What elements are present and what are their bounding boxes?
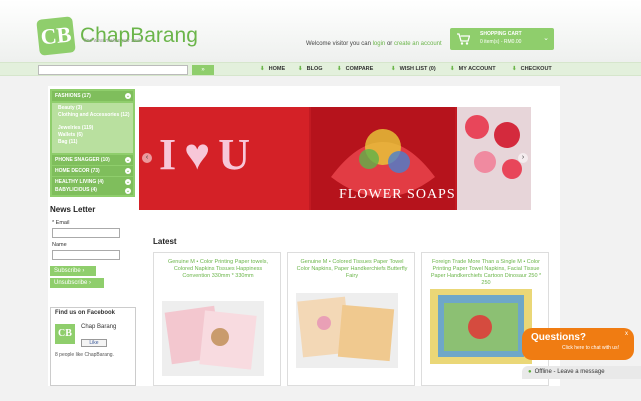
logo-mark: CB — [36, 16, 76, 56]
unsubscribe-button[interactable]: Unsubscribe › — [50, 278, 104, 288]
facebook-widget: Find us on Facebook CB Chap Barang Like … — [50, 307, 136, 386]
close-icon[interactable]: x — [625, 331, 628, 337]
facebook-page-name[interactable]: Chap Barang — [81, 324, 116, 331]
arrow-icon: ⬇ — [450, 66, 455, 72]
product-card[interactable]: Genuine M • Color Printing Paper towels,… — [153, 252, 281, 386]
arrow-icon: ⬇ — [260, 66, 265, 72]
logo-text: ChapBarang — [80, 24, 198, 47]
banner-prev-arrow[interactable]: ‹ — [142, 153, 152, 163]
category-label: HOME DECOR (73) — [55, 168, 100, 174]
nav-wishlist[interactable]: ⬇ WISH LIST (0) — [391, 66, 436, 72]
arrow-icon: ⬇ — [337, 66, 342, 72]
product-card[interactable]: Genuine M • Colored Tissues Paper Towel … — [287, 252, 415, 386]
nav-bar: » ⬇ HOME ⬇ BLOG ⬇ COMPARE ⬇ WISH LIST (0) ⬇ M… — [0, 62, 641, 76]
status-dot-icon: ● — [528, 369, 532, 375]
latest-heading: Latest — [153, 237, 177, 246]
cart-title: SHOPPING CART — [480, 31, 522, 37]
name-label: Name — [52, 242, 67, 248]
main-container: FASHIONS (17) ⌄ Beauty (3) Clothing and … — [48, 86, 560, 386]
chevron-down-icon[interactable]: ⌄ — [125, 188, 131, 194]
chevron-down-icon[interactable]: ⌄ — [125, 93, 131, 99]
category-phone-snagger[interactable]: PHONE SNAGGER (10) ⌄ — [52, 155, 133, 165]
facebook-like-count: 8 people like ChapBarang. — [55, 352, 114, 358]
nav-home[interactable]: ⬇ HOME — [260, 66, 285, 72]
product-image[interactable] — [296, 293, 398, 368]
cart-status: 0 item(s) - RM0.00 — [480, 39, 522, 45]
welcome-text: Welcome visitor you can — [306, 41, 371, 47]
nav-blog[interactable]: ⬇ BLOG — [298, 66, 323, 72]
product-image[interactable] — [430, 289, 532, 364]
nav-checkout[interactable]: ⬇ CHECKOUT — [512, 66, 552, 72]
subscribe-label: Subscribe — [54, 268, 81, 274]
banner-letters: I♥U — [159, 130, 259, 179]
nav-compare-label: COMPARE — [345, 66, 374, 72]
login-link[interactable]: login — [373, 41, 386, 47]
facebook-page-avatar[interactable]: CB — [55, 324, 75, 344]
shopping-cart[interactable]: SHOPPING CART 0 item(s) - RM0.00 ⌄ — [450, 28, 554, 50]
search-input[interactable] — [38, 65, 188, 75]
category-label: FASHIONS (17) — [55, 93, 91, 99]
chevron-down-icon[interactable]: ⌄ — [125, 179, 131, 185]
nav-blog-label: BLOG — [306, 66, 323, 72]
banner-heart-image: I♥U — [139, 107, 309, 210]
subcategory-wallets[interactable]: Wallets (6) — [58, 132, 130, 138]
nav-home-label: HOME — [268, 66, 286, 72]
arrow-icon: ⬇ — [512, 66, 517, 72]
nav-checkout-label: CHECKOUT — [520, 66, 552, 72]
promo-banner[interactable]: I♥U FLOWER SOAPS ‹ › — [139, 107, 531, 210]
chat-widget[interactable]: Questions? Click here to chat with us! x — [522, 328, 634, 360]
facebook-like-button[interactable]: Like — [81, 339, 107, 347]
site-logo[interactable]: CB ChapBarang — [36, 16, 198, 56]
product-name[interactable]: Genuine M • Color Printing Paper towels,… — [160, 259, 276, 280]
chat-subtext: Click here to chat with us! — [562, 345, 619, 351]
nav-compare[interactable]: ⬇ COMPARE — [337, 66, 373, 72]
or-text: or — [386, 41, 393, 47]
subcategory-jewelries[interactable]: Jewelries (119) — [58, 125, 130, 131]
logo-tagline: find what makes you smile — [84, 38, 143, 44]
facebook-title: Find us on Facebook — [55, 310, 116, 316]
newsletter-title: News Letter — [50, 205, 96, 214]
name-field[interactable] — [52, 250, 120, 260]
register-link[interactable]: create an account — [394, 41, 442, 47]
subscribe-button[interactable]: Subscribe › — [50, 266, 96, 276]
category-label: HEALTHY LIVING (4) — [55, 179, 104, 185]
cart-icon — [457, 33, 470, 45]
category-menu: FASHIONS (17) ⌄ Beauty (3) Clothing and … — [50, 89, 135, 197]
arrow-icon: ⬇ — [391, 66, 396, 72]
banner-next-arrow[interactable]: › — [518, 153, 528, 163]
subcategory-clothing[interactable]: Clothing and Accessories (12) — [58, 112, 130, 118]
category-label: PHONE SNAGGER (10) — [55, 157, 110, 163]
nav-wishlist-label: WISH LIST (0) — [399, 66, 436, 72]
chat-question: Questions? — [531, 332, 587, 343]
chevron-down-icon[interactable]: ⌄ — [125, 168, 131, 174]
welcome-message: Welcome visitor you can login or create … — [306, 41, 442, 47]
offline-message-bar[interactable]: ● Offline - Leave a message — [522, 366, 641, 379]
email-field[interactable] — [52, 228, 120, 238]
subcategory-beauty[interactable]: Beauty (3) — [58, 105, 130, 111]
subcategory-bag[interactable]: Bag (11) — [58, 139, 130, 145]
unsubscribe-label: Unsubscribe — [54, 280, 88, 286]
site-header: CB ChapBarang find what makes you smile … — [0, 0, 641, 62]
product-image[interactable] — [162, 301, 264, 376]
offline-text: Offline - Leave a message — [534, 369, 605, 375]
email-label: * Email — [52, 220, 70, 226]
arrow-icon: ⬇ — [298, 66, 303, 72]
product-name[interactable]: Genuine M • Colored Tissues Paper Towel … — [294, 259, 410, 280]
category-label: BABYLICIOUS (4) — [55, 187, 97, 193]
chevron-down-icon[interactable]: ⌄ — [543, 34, 549, 42]
product-name[interactable]: Foreign Trade More Than a Single M • Col… — [428, 259, 544, 287]
category-fashions[interactable]: FASHIONS (17) ⌄ — [52, 91, 133, 101]
search-button[interactable]: » — [192, 65, 214, 75]
chevron-down-icon[interactable]: ⌄ — [125, 157, 131, 163]
nav-account-label: MY ACCOUNT — [458, 66, 496, 72]
category-babylicious[interactable]: BABYLICIOUS (4) ⌄ — [52, 186, 133, 195]
category-home-decor[interactable]: HOME DECOR (73) ⌄ — [52, 166, 133, 176]
nav-my-account[interactable]: ⬇ MY ACCOUNT — [450, 66, 496, 72]
banner-caption: FLOWER SOAPS — [339, 187, 456, 202]
